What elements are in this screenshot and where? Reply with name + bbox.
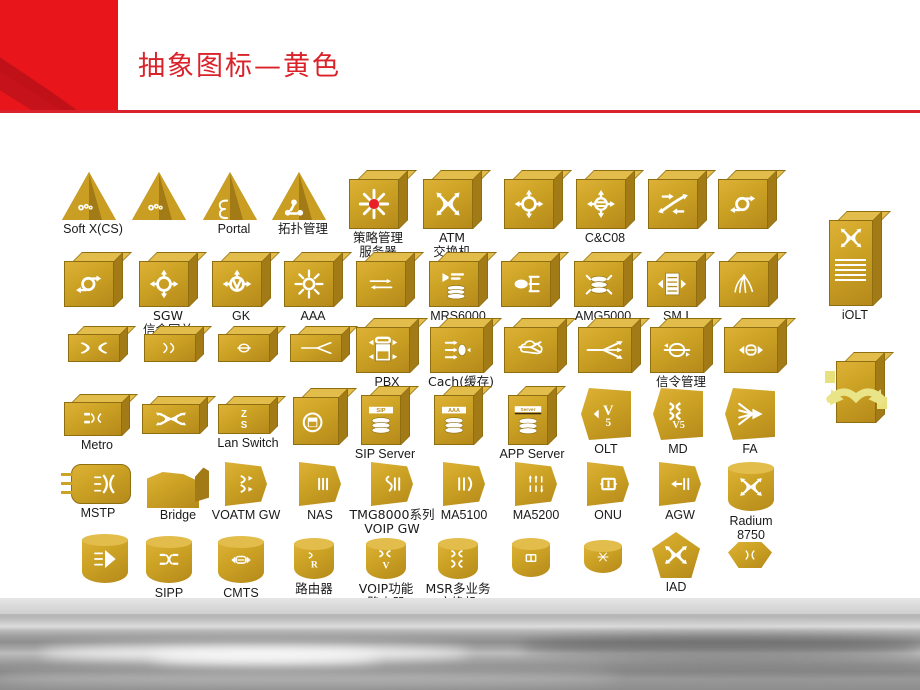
- icon-cell-fan[interactable]: [700, 252, 796, 307]
- svg-text:S: S: [241, 420, 248, 430]
- iolt-icon: [807, 211, 903, 306]
- svg-text:V: V: [383, 561, 390, 570]
- icon-gallery: Soft X(CS)Portal拓扑管理策略管理 服务器ATM 交换机C&C08…: [0, 114, 920, 624]
- fan-icon: [700, 252, 796, 307]
- iolt-label: iOLT: [841, 308, 869, 322]
- softx-2-label: Soft X(CS): [63, 222, 123, 236]
- water-streak: [600, 660, 920, 674]
- icon-cell-octa-sw[interactable]: [702, 542, 798, 568]
- svg-text:SIP: SIP: [376, 408, 385, 414]
- slide-header: 抽象图标—黄色: [0, 0, 920, 114]
- svg-text:Server: Server: [520, 407, 535, 413]
- footer-photo-band: [0, 598, 920, 690]
- icon-cell-iolt[interactable]: iOLT: [807, 211, 903, 322]
- sig-mgmt-label: 信令管理: [655, 374, 706, 389]
- svg-text:AAA: AAA: [448, 408, 460, 414]
- water-streak: [0, 670, 620, 686]
- iad-label: IAD: [665, 580, 687, 594]
- radium8750-icon: [703, 462, 799, 512]
- page-title: 抽象图标—黄色: [138, 51, 341, 82]
- slide-root: 抽象图标—黄色 Soft X(CS)Portal拓扑管理策略管理 服务器ATM …: [0, 0, 920, 690]
- fa-icon: [702, 388, 798, 440]
- icon-cell-fa[interactable]: FA: [702, 388, 798, 456]
- water-streak: [520, 636, 920, 658]
- sip-server-label: SIP Server: [354, 447, 416, 461]
- cc08-label: C&C08: [584, 231, 626, 245]
- wrap-box-icon: [808, 352, 904, 423]
- horizon-haze: [0, 598, 920, 614]
- metro-label: Metro: [81, 438, 113, 452]
- svg-text:Z: Z: [241, 409, 247, 420]
- svg-text:V5: V5: [672, 420, 684, 431]
- sw-loop-icon: [699, 170, 795, 229]
- icon-cell-sw-loop[interactable]: [699, 170, 795, 229]
- icon-cell-radium8750[interactable]: Radium 8750: [703, 462, 799, 542]
- svg-text:5: 5: [605, 417, 611, 429]
- icon-cell-wrap-box[interactable]: [808, 352, 904, 423]
- svg-text:R: R: [311, 559, 319, 569]
- fa-label: FA: [742, 442, 758, 456]
- octa-sw-icon: [702, 542, 798, 568]
- bidir-icon: [707, 318, 803, 373]
- icon-cell-bidir[interactable]: [707, 318, 803, 373]
- header-divider-rule: [0, 110, 920, 113]
- red-accent-block: [0, 0, 118, 110]
- water-streak: [150, 652, 380, 664]
